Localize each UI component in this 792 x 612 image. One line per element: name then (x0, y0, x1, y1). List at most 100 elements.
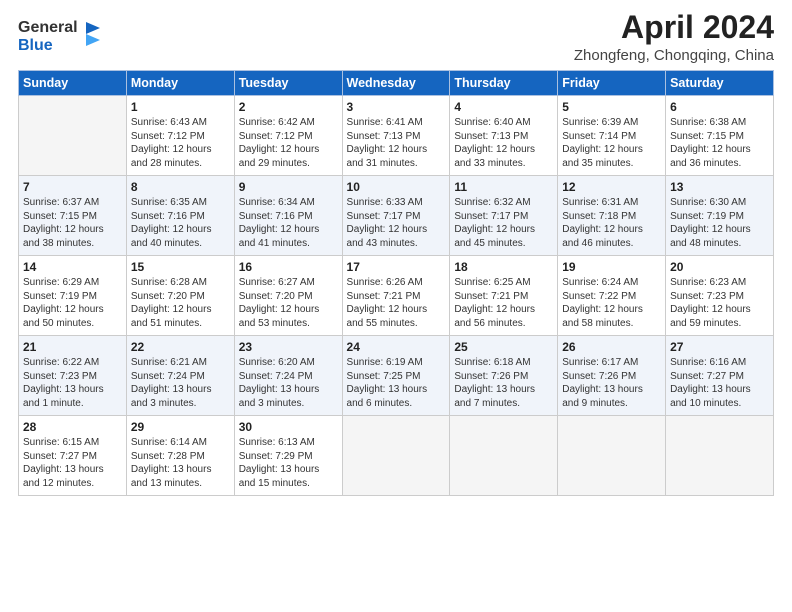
calendar-cell: 30 Sunrise: 6:13 AMSunset: 7:29 PMDayligh… (234, 416, 342, 496)
calendar-cell: 18Sunrise: 6:25 AMSunset: 7:21 PMDayligh… (450, 256, 558, 336)
day-info: Sunrise: 6:43 AMSunset: 7:12 PMDaylight:… (131, 116, 230, 170)
day-info: Sunrise: 6:38 AMSunset: 7:15 PMDaylight:… (670, 116, 769, 170)
day-number: 7 (23, 180, 122, 194)
day-info: Sunrise: 6:28 AMSunset: 7:20 PMDaylight:… (131, 276, 230, 330)
day-info: Sunrise: 6:27 AMSunset: 7:20 PMDaylight:… (239, 276, 338, 330)
day-info: Sunrise: 6:39 AMSunset: 7:14 PMDaylight:… (562, 116, 661, 170)
day-number: 25 (454, 340, 553, 354)
day-number: 14 (23, 260, 122, 274)
calendar-cell: 10Sunrise: 6:33 AMSunset: 7:17 PMDayligh… (342, 176, 450, 256)
calendar-cell: 29 Sunrise: 6:14 AMSunset: 7:28 PMDayligh… (126, 416, 234, 496)
calendar-week-row: 28 Sunrise: 6:15 AMSunset: 7:27 PMDayligh… (19, 416, 774, 496)
weekday-header-thursday: Thursday (450, 71, 558, 96)
day-number: 3 (347, 100, 446, 114)
calendar-cell (558, 416, 666, 496)
calendar-cell: 7 Sunrise: 6:37 AMSunset: 7:15 PMDaylight… (19, 176, 127, 256)
logo-text-block: General Blue (18, 14, 108, 61)
day-info: Sunrise: 6:37 AMSunset: 7:15 PMDaylight:… (23, 196, 122, 250)
calendar-cell: 24Sunrise: 6:19 AMSunset: 7:25 PMDayligh… (342, 336, 450, 416)
day-info: Sunrise: 6:19 AMSunset: 7:25 PMDaylight:… (347, 356, 446, 410)
calendar-cell: 20Sunrise: 6:23 AMSunset: 7:23 PMDayligh… (666, 256, 774, 336)
day-info: Sunrise: 6:20 AMSunset: 7:24 PMDaylight:… (239, 356, 338, 410)
calendar-cell: 21 Sunrise: 6:22 AMSunset: 7:23 PMDayligh… (19, 336, 127, 416)
calendar-cell: 27Sunrise: 6:16 AMSunset: 7:27 PMDayligh… (666, 336, 774, 416)
weekday-header-wednesday: Wednesday (342, 71, 450, 96)
svg-text:Blue: Blue (18, 37, 53, 54)
calendar-cell: 16 Sunrise: 6:27 AMSunset: 7:20 PMDayligh… (234, 256, 342, 336)
day-info: Sunrise: 6:31 AMSunset: 7:18 PMDaylight:… (562, 196, 661, 250)
month-title: April 2024 (574, 10, 774, 45)
calendar-cell: 14 Sunrise: 6:29 AMSunset: 7:19 PMDayligh… (19, 256, 127, 336)
day-info: Sunrise: 6:29 AMSunset: 7:19 PMDaylight:… (23, 276, 122, 330)
calendar-cell: 2 Sunrise: 6:42 AMSunset: 7:12 PMDaylight… (234, 96, 342, 176)
calendar-cell: 12 Sunrise: 6:31 AMSunset: 7:18 PMDayligh… (558, 176, 666, 256)
calendar-cell (666, 416, 774, 496)
calendar-cell (450, 416, 558, 496)
calendar-cell: 9 Sunrise: 6:34 AMSunset: 7:16 PMDaylight… (234, 176, 342, 256)
calendar-cell: 3 Sunrise: 6:41 AMSunset: 7:13 PMDaylight… (342, 96, 450, 176)
day-info: Sunrise: 6:35 AMSunset: 7:16 PMDaylight:… (131, 196, 230, 250)
day-info: Sunrise: 6:41 AMSunset: 7:13 PMDaylight:… (347, 116, 446, 170)
day-number: 19 (562, 260, 661, 274)
day-info: Sunrise: 6:18 AMSunset: 7:26 PMDaylight:… (454, 356, 553, 410)
day-number: 30 (239, 420, 338, 434)
calendar-week-row: 7 Sunrise: 6:37 AMSunset: 7:15 PMDaylight… (19, 176, 774, 256)
day-number: 12 (562, 180, 661, 194)
calendar-cell (19, 96, 127, 176)
calendar-cell: 23 Sunrise: 6:20 AMSunset: 7:24 PMDayligh… (234, 336, 342, 416)
day-number: 17 (347, 260, 446, 274)
calendar-cell: 11 Sunrise: 6:32 AMSunset: 7:17 PMDayligh… (450, 176, 558, 256)
day-info: Sunrise: 6:13 AMSunset: 7:29 PMDaylight:… (239, 436, 338, 490)
svg-text:General: General (18, 19, 78, 36)
day-number: 15 (131, 260, 230, 274)
day-info: Sunrise: 6:23 AMSunset: 7:23 PMDaylight:… (670, 276, 769, 330)
day-number: 11 (454, 180, 553, 194)
day-number: 9 (239, 180, 338, 194)
day-number: 29 (131, 420, 230, 434)
day-info: Sunrise: 6:16 AMSunset: 7:27 PMDaylight:… (670, 356, 769, 410)
day-info: Sunrise: 6:42 AMSunset: 7:12 PMDaylight:… (239, 116, 338, 170)
calendar-week-row: 21 Sunrise: 6:22 AMSunset: 7:23 PMDayligh… (19, 336, 774, 416)
day-info: Sunrise: 6:33 AMSunset: 7:17 PMDaylight:… (347, 196, 446, 250)
calendar-week-row: 1 Sunrise: 6:43 AMSunset: 7:12 PMDaylight… (19, 96, 774, 176)
day-number: 1 (131, 100, 230, 114)
page: General Blue April 2024 Zhongfeng, Chong… (0, 0, 792, 612)
weekday-header-sunday: Sunday (19, 71, 127, 96)
calendar-cell: 28 Sunrise: 6:15 AMSunset: 7:27 PMDayligh… (19, 416, 127, 496)
day-info: Sunrise: 6:34 AMSunset: 7:16 PMDaylight:… (239, 196, 338, 250)
day-info: Sunrise: 6:32 AMSunset: 7:17 PMDaylight:… (454, 196, 553, 250)
calendar-cell: 17Sunrise: 6:26 AMSunset: 7:21 PMDayligh… (342, 256, 450, 336)
day-info: Sunrise: 6:40 AMSunset: 7:13 PMDaylight:… (454, 116, 553, 170)
day-number: 18 (454, 260, 553, 274)
day-number: 5 (562, 100, 661, 114)
logo-svg: General Blue (18, 14, 108, 56)
day-number: 16 (239, 260, 338, 274)
day-info: Sunrise: 6:30 AMSunset: 7:19 PMDaylight:… (670, 196, 769, 250)
day-number: 2 (239, 100, 338, 114)
day-info: Sunrise: 6:17 AMSunset: 7:26 PMDaylight:… (562, 356, 661, 410)
day-number: 8 (131, 180, 230, 194)
calendar-cell: 19 Sunrise: 6:24 AMSunset: 7:22 PMDayligh… (558, 256, 666, 336)
day-number: 13 (670, 180, 769, 194)
location-title: Zhongfeng, Chongqing, China (574, 47, 774, 64)
weekday-header-saturday: Saturday (666, 71, 774, 96)
day-number: 4 (454, 100, 553, 114)
calendar-cell: 8 Sunrise: 6:35 AMSunset: 7:16 PMDaylight… (126, 176, 234, 256)
logo: General Blue (18, 14, 108, 61)
weekday-header-tuesday: Tuesday (234, 71, 342, 96)
day-number: 6 (670, 100, 769, 114)
day-number: 23 (239, 340, 338, 354)
calendar-cell: 5 Sunrise: 6:39 AMSunset: 7:14 PMDaylight… (558, 96, 666, 176)
calendar-cell (342, 416, 450, 496)
day-number: 21 (23, 340, 122, 354)
day-info: Sunrise: 6:21 AMSunset: 7:24 PMDaylight:… (131, 356, 230, 410)
calendar-cell: 4 Sunrise: 6:40 AMSunset: 7:13 PMDaylight… (450, 96, 558, 176)
day-info: Sunrise: 6:15 AMSunset: 7:27 PMDaylight:… (23, 436, 122, 490)
calendar-cell: 6 Sunrise: 6:38 AMSunset: 7:15 PMDaylight… (666, 96, 774, 176)
day-info: Sunrise: 6:22 AMSunset: 7:23 PMDaylight:… (23, 356, 122, 410)
weekday-header-friday: Friday (558, 71, 666, 96)
day-info: Sunrise: 6:14 AMSunset: 7:28 PMDaylight:… (131, 436, 230, 490)
header: General Blue April 2024 Zhongfeng, Chong… (18, 10, 774, 64)
day-number: 28 (23, 420, 122, 434)
day-info: Sunrise: 6:24 AMSunset: 7:22 PMDaylight:… (562, 276, 661, 330)
